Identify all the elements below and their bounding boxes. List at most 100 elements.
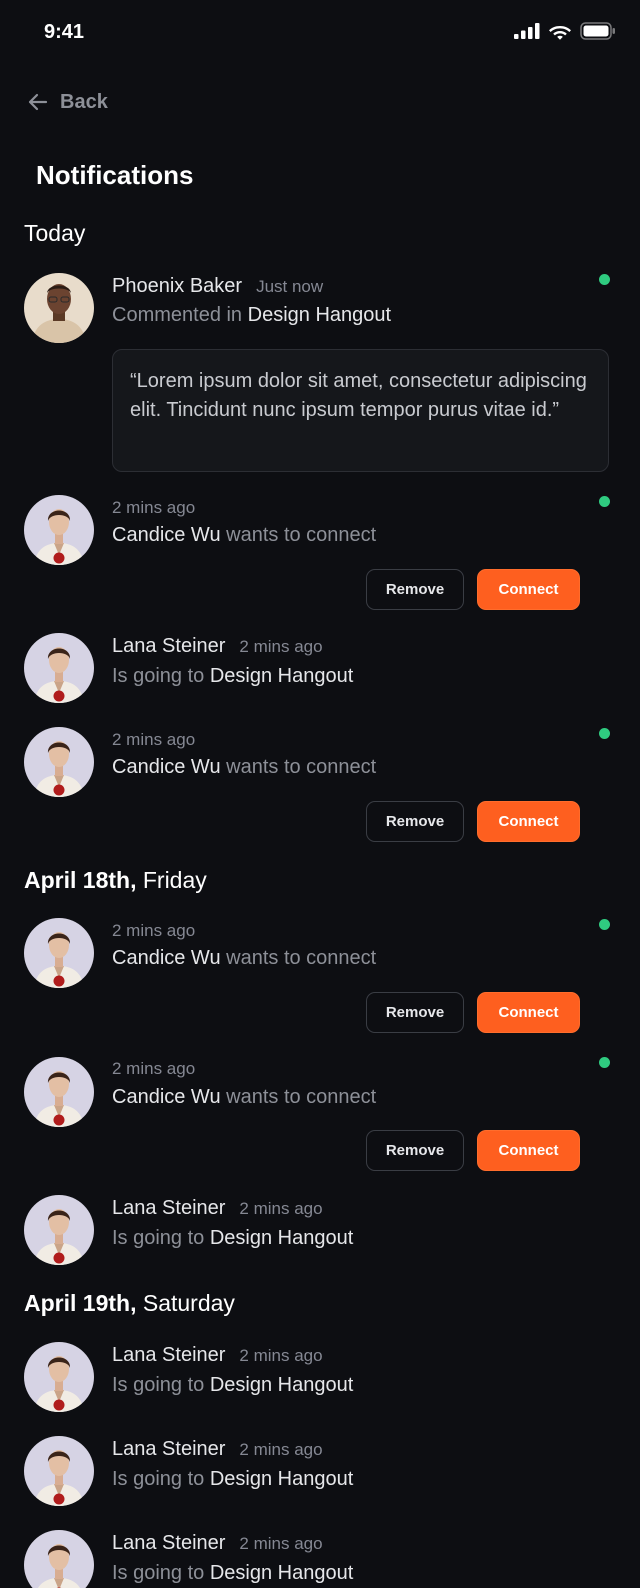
status-bar: 9:41 xyxy=(0,0,640,68)
section-weekday: Friday xyxy=(136,867,207,893)
action-text: Is going to xyxy=(112,1468,210,1490)
connect-actions: Remove Connect xyxy=(366,801,580,842)
target-link[interactable]: Design Hangout xyxy=(210,1468,353,1490)
avatar[interactable] xyxy=(24,273,94,343)
wifi-icon xyxy=(549,25,571,40)
action-text: wants to connect xyxy=(220,947,377,969)
target-link[interactable]: Design Hangout xyxy=(210,1562,353,1584)
user-name[interactable]: Lana Steiner xyxy=(112,1438,225,1461)
avatar[interactable] xyxy=(24,633,94,703)
notification-meta: Lana Steiner 2 mins ago xyxy=(112,635,323,658)
notification-text: Commented in Design Hangout xyxy=(112,304,391,327)
connect-button[interactable]: Connect xyxy=(477,801,580,842)
timestamp: Just now xyxy=(256,277,324,296)
user-name[interactable]: Candice Wu xyxy=(112,756,221,778)
notification-event-rsvp[interactable]: Lana Steiner 2 mins ago Is going to Desi… xyxy=(24,1195,620,1267)
connect-actions: Remove Connect xyxy=(366,1130,580,1171)
avatar[interactable] xyxy=(24,495,94,565)
notification-meta: Lana Steiner 2 mins ago xyxy=(112,1344,323,1367)
timestamp: 2 mins ago xyxy=(112,1059,196,1078)
notification-text: Is going to Design Hangout xyxy=(112,1374,353,1397)
battery-icon xyxy=(580,22,615,40)
section-heading-april-18: April 18th, Friday xyxy=(24,867,207,894)
remove-button[interactable]: Remove xyxy=(366,801,464,842)
notification-event-rsvp[interactable]: Lana Steiner 2 mins ago Is going to Desi… xyxy=(24,633,620,705)
action-text: Is going to xyxy=(112,1562,210,1584)
notification-event-rsvp[interactable]: Lana Steiner 2 mins ago Is going to Desi… xyxy=(24,1436,620,1508)
timestamp: 2 mins ago xyxy=(112,730,196,749)
notification-meta: Lana Steiner 2 mins ago xyxy=(112,1532,323,1555)
action-text: wants to connect xyxy=(220,524,377,546)
cellular-signal-icon xyxy=(514,23,540,39)
timestamp: 2 mins ago xyxy=(239,1440,323,1459)
notification-meta: 2 mins ago xyxy=(112,921,195,941)
back-label: Back xyxy=(60,90,108,113)
avatar[interactable] xyxy=(24,1195,94,1265)
section-date: April 18th, xyxy=(24,867,137,893)
notification-meta: 2 mins ago xyxy=(112,1059,195,1079)
notification-connect-request[interactable]: 2 mins ago Candice Wu wants to connect R… xyxy=(24,727,620,847)
unread-indicator xyxy=(599,496,610,507)
timestamp: 2 mins ago xyxy=(239,1534,323,1553)
timestamp: 2 mins ago xyxy=(112,498,196,517)
remove-button[interactable]: Remove xyxy=(366,569,464,610)
notification-text: Candice Wu wants to connect xyxy=(112,756,376,779)
avatar[interactable] xyxy=(24,727,94,797)
timestamp: 2 mins ago xyxy=(112,921,196,940)
action-text: wants to connect xyxy=(220,756,377,778)
user-name[interactable]: Lana Steiner xyxy=(112,1344,225,1367)
user-name[interactable]: Candice Wu xyxy=(112,524,221,546)
notification-meta: Phoenix Baker Just now xyxy=(112,275,323,298)
avatar[interactable] xyxy=(24,1436,94,1506)
connect-button[interactable]: Connect xyxy=(477,992,580,1033)
section-heading-april-19: April 19th, Saturday xyxy=(24,1290,235,1317)
notification-comment[interactable]: Phoenix Baker Just now Commented in Desi… xyxy=(24,273,620,473)
notification-event-rsvp[interactable]: Lana Steiner 2 mins ago Is going to Desi… xyxy=(24,1530,620,1588)
back-button[interactable]: Back xyxy=(26,90,108,114)
connect-actions: Remove Connect xyxy=(366,569,580,610)
target-link[interactable]: Design Hangout xyxy=(248,304,391,326)
section-date: April 19th, xyxy=(24,1290,137,1316)
notification-connect-request[interactable]: 2 mins ago Candice Wu wants to connect R… xyxy=(24,495,620,615)
target-link[interactable]: Design Hangout xyxy=(210,665,353,687)
timestamp: 2 mins ago xyxy=(239,1346,323,1365)
arrow-left-icon xyxy=(28,93,48,111)
remove-button[interactable]: Remove xyxy=(366,1130,464,1171)
user-name[interactable]: Lana Steiner xyxy=(112,635,225,658)
avatar[interactable] xyxy=(24,1530,94,1588)
connect-button[interactable]: Connect xyxy=(477,569,580,610)
comment-quote: “Lorem ipsum dolor sit amet, consectetur… xyxy=(112,349,609,472)
target-link[interactable]: Design Hangout xyxy=(210,1374,353,1396)
user-name[interactable]: Lana Steiner xyxy=(112,1197,225,1220)
avatar[interactable] xyxy=(24,1057,94,1127)
notification-meta: Lana Steiner 2 mins ago xyxy=(112,1438,323,1461)
target-link[interactable]: Design Hangout xyxy=(210,1227,353,1249)
page-title: Notifications xyxy=(36,160,194,190)
connect-actions: Remove Connect xyxy=(366,992,580,1033)
notification-connect-request[interactable]: 2 mins ago Candice Wu wants to connect R… xyxy=(24,918,620,1038)
notification-text: Is going to Design Hangout xyxy=(112,1468,353,1491)
user-name[interactable]: Candice Wu xyxy=(112,1086,221,1108)
action-text: Is going to xyxy=(112,1227,210,1249)
notification-text: Is going to Design Hangout xyxy=(112,665,353,688)
notification-text: Is going to Design Hangout xyxy=(112,1562,353,1585)
notification-meta: 2 mins ago xyxy=(112,498,195,518)
status-time: 9:41 xyxy=(44,21,85,43)
remove-button[interactable]: Remove xyxy=(366,992,464,1033)
user-name[interactable]: Candice Wu xyxy=(112,947,221,969)
notification-meta: 2 mins ago xyxy=(112,730,195,750)
avatar[interactable] xyxy=(24,1342,94,1412)
user-name[interactable]: Phoenix Baker xyxy=(112,275,242,298)
user-name[interactable]: Lana Steiner xyxy=(112,1532,225,1555)
unread-indicator xyxy=(599,274,610,285)
action-text: wants to connect xyxy=(220,1086,377,1108)
action-text: Commented in xyxy=(112,304,248,326)
notification-connect-request[interactable]: 2 mins ago Candice Wu wants to connect R… xyxy=(24,1057,620,1177)
section-label: Today xyxy=(24,220,86,246)
unread-indicator xyxy=(599,1057,610,1068)
avatar[interactable] xyxy=(24,918,94,988)
unread-indicator xyxy=(599,919,610,930)
notification-event-rsvp[interactable]: Lana Steiner 2 mins ago Is going to Desi… xyxy=(24,1342,620,1414)
notification-meta: Lana Steiner 2 mins ago xyxy=(112,1197,323,1220)
connect-button[interactable]: Connect xyxy=(477,1130,580,1171)
